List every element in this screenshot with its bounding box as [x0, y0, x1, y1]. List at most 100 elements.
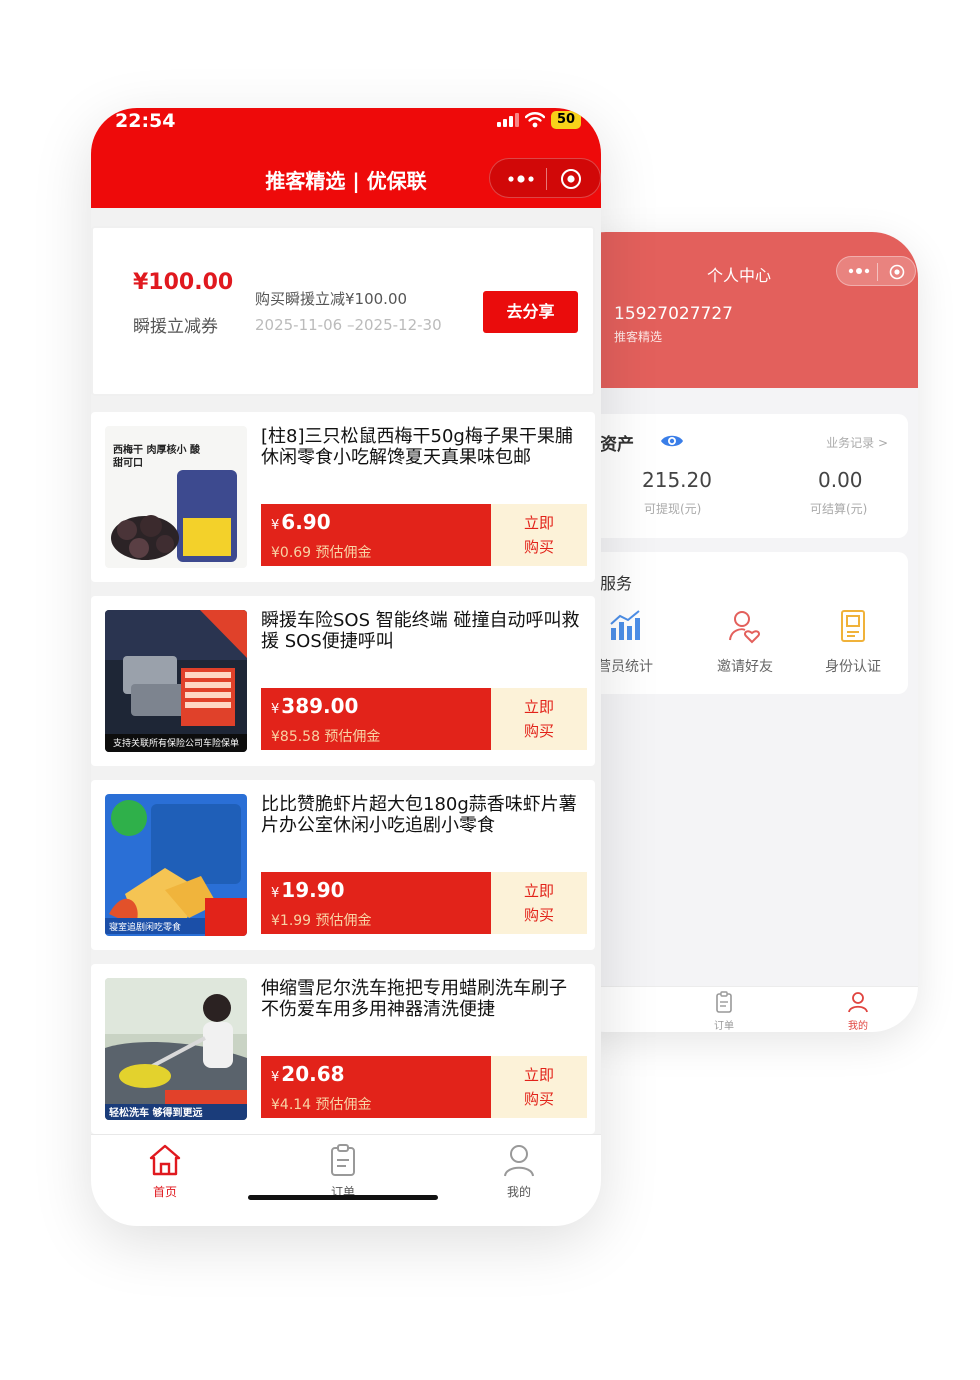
estimated-commission: ¥0.69 预估佣金	[271, 545, 372, 561]
back-tab-mine[interactable]: 我的	[828, 991, 888, 1032]
tab-home[interactable]: 首页	[125, 1143, 205, 1200]
currency-symbol: ¥	[271, 1070, 280, 1085]
settle-value: 0.00	[818, 468, 863, 492]
buy-label-line2: 购买	[523, 722, 554, 740]
currency-symbol: ¥	[271, 518, 280, 533]
services-card: 服务 营员统计 邀请好友 身份认证	[580, 552, 908, 694]
home-indicator	[248, 1195, 438, 1200]
invite-friend-icon	[729, 611, 761, 644]
wifi-icon	[525, 112, 545, 128]
home-icon	[149, 1144, 181, 1176]
front-header: 22:54 50 推客精选 | 优保联	[91, 108, 601, 208]
buy-label-line1: 立即	[523, 698, 554, 716]
coupon-card: ¥100.00 瞬援立减券 购买瞬援立减¥100.00 2025-11-06 –…	[91, 226, 595, 396]
service-item-identity[interactable]: 身份认证	[808, 608, 898, 676]
price-panel: ¥389.00 ¥85.58 预估佣金	[261, 688, 491, 750]
capsule-divider	[546, 168, 547, 190]
buy-label-line1: 立即	[523, 882, 554, 900]
product-price: ¥6.90	[271, 510, 331, 534]
price-value: 389.00	[281, 694, 359, 718]
shrimp-chips-product-image	[105, 794, 247, 936]
more-dots-icon[interactable]	[506, 171, 536, 187]
clipboard-icon	[716, 991, 732, 1013]
price-panel: ¥20.68 ¥4.14 预估佣金	[261, 1056, 491, 1118]
user-icon	[848, 992, 868, 1013]
product-price: ¥19.90	[271, 878, 345, 902]
business-records-link[interactable]: 业务记录 >	[826, 434, 888, 451]
product-title[interactable]: 比比赞脆虾片超大包180g蒜香味虾片薯片办公室休闲小吃追剧小零食	[261, 794, 581, 836]
tab-mine-label: 我的	[506, 1185, 531, 1199]
buy-now-button[interactable]: 立即 购买	[491, 1056, 587, 1118]
price-value: 20.68	[281, 1062, 345, 1086]
sos-device-product-image	[105, 610, 247, 752]
front-tabbar: 首页 订单 我的	[91, 1134, 601, 1226]
price-bar: ¥19.90 ¥1.99 预估佣金 立即 购买	[261, 872, 587, 934]
price-panel: ¥19.90 ¥1.99 预估佣金	[261, 872, 491, 934]
more-dots-icon[interactable]	[847, 264, 871, 278]
product-image[interactable]: 西梅干 肉厚核小 酸甜可口	[105, 426, 247, 568]
product-card[interactable]: 寝室追剧闲吃零食 比比赞脆虾片超大包180g蒜香味虾片薯片办公室休闲小吃追剧小零…	[91, 780, 595, 950]
services-title: 服务	[600, 574, 633, 593]
product-card[interactable]: 支持关联所有保险公司车险保单 瞬援车险SOS 智能终端 碰撞自动呼叫救援 SOS…	[91, 596, 595, 766]
back-tab-orders-label: 订单	[714, 1021, 734, 1032]
buy-now-button[interactable]: 立即 购买	[491, 504, 587, 566]
currency-symbol: ¥	[271, 702, 280, 717]
user-subtitle: 推客精选	[614, 330, 663, 344]
product-image-caption: 支持关联所有保险公司车险保单	[112, 739, 239, 749]
back-mini-program-capsule[interactable]	[836, 256, 916, 286]
assets-title: 资产	[600, 435, 634, 455]
price-bar: ¥389.00 ¥85.58 预估佣金 立即 购买	[261, 688, 587, 750]
tab-mine[interactable]: 我的	[479, 1143, 559, 1200]
product-card[interactable]: 轻松洗车 够得到更远 伸缩雪尼尔洗车拖把专用蜡刷洗车刷子不伤爱车用多用神器清洗便…	[91, 964, 595, 1134]
clipboard-icon	[331, 1144, 355, 1176]
product-image[interactable]: 寝室追剧闲吃零食	[105, 794, 247, 936]
product-image-caption: 西梅干 肉厚核小 酸甜可口	[113, 445, 200, 469]
user-icon	[504, 1145, 534, 1177]
tab-orders[interactable]: 订单	[303, 1143, 383, 1200]
buy-label-line2: 购买	[523, 906, 554, 924]
car-mop-product-image	[105, 978, 247, 1120]
product-title[interactable]: [柱8]三只松鼠西梅干50g梅子果干果脯休闲零食小吃解馋夏天真果味包邮	[261, 426, 581, 468]
product-price: ¥389.00	[271, 694, 358, 718]
product-image[interactable]: 轻松洗车 够得到更远	[105, 978, 247, 1120]
close-target-icon[interactable]	[560, 168, 582, 190]
product-image-caption: 寝室追剧闲吃零食	[109, 923, 182, 933]
close-target-icon[interactable]	[889, 264, 905, 280]
tab-home-label: 首页	[152, 1185, 177, 1199]
product-title[interactable]: 瞬援车险SOS 智能终端 碰撞自动呼叫救援 SOS便捷呼叫	[261, 610, 581, 652]
assets-card: 资产 业务记录 > 215.20 可提现(元) 0.00 可结算(元)	[580, 414, 908, 538]
price-value: 6.90	[281, 510, 331, 534]
buy-now-button[interactable]: 立即 购买	[491, 688, 587, 750]
withdrawable-value: 215.20	[642, 468, 712, 492]
back-tab-orders[interactable]: 订单	[694, 991, 754, 1032]
signal-icon	[497, 113, 519, 127]
buy-label-line1: 立即	[523, 1066, 554, 1084]
price-panel: ¥6.90 ¥0.69 预估佣金	[261, 504, 491, 566]
buy-label-line2: 购买	[523, 1090, 554, 1108]
status-time: 22:54	[115, 110, 176, 132]
buy-label-line1: 立即	[523, 514, 554, 532]
screenshot-stage: 个人中心 15927027727 推客精选 资产 业务记录 > 215.20 可	[0, 0, 980, 1380]
share-button[interactable]: 去分享	[483, 291, 578, 333]
coupon-description: 购买瞬援立减¥100.00	[255, 290, 408, 308]
buy-now-button[interactable]: 立即 购买	[491, 872, 587, 934]
back-tabbar: 订单 我的	[560, 986, 918, 1032]
estimated-commission: ¥1.99 预估佣金	[271, 913, 372, 929]
back-header: 个人中心 15927027727 推客精选	[560, 232, 918, 388]
service-item-invite[interactable]: 邀请好友	[700, 608, 790, 676]
coupon-name: 瞬援立减券	[133, 317, 218, 337]
battery-indicator: 50	[551, 111, 581, 129]
product-image[interactable]: 支持关联所有保险公司车险保单	[105, 610, 247, 752]
front-mini-program-capsule[interactable]	[489, 158, 601, 198]
currency-symbol: ¥	[271, 886, 280, 901]
service-label-identity: 身份认证	[825, 659, 881, 675]
settle-label: 可结算(元)	[810, 502, 868, 516]
front-phone-home: 22:54 50 推客精选 | 优保联 ¥100.00 瞬援立减券 购买瞬援立减…	[91, 108, 601, 1226]
price-value: 19.90	[281, 878, 345, 902]
product-card[interactable]: 西梅干 肉厚核小 酸甜可口 [柱8]三只松鼠西梅干50g梅子果干果脯休闲零食小吃…	[91, 412, 595, 582]
eye-icon[interactable]	[660, 432, 684, 450]
back-tab-mine-label: 我的	[848, 1021, 868, 1032]
user-phone-number: 15927027727	[614, 304, 733, 324]
product-title[interactable]: 伸缩雪尼尔洗车拖把专用蜡刷洗车刷子不伤爱车用多用神器清洗便捷	[261, 978, 581, 1020]
service-label-invite: 邀请好友	[717, 659, 773, 675]
